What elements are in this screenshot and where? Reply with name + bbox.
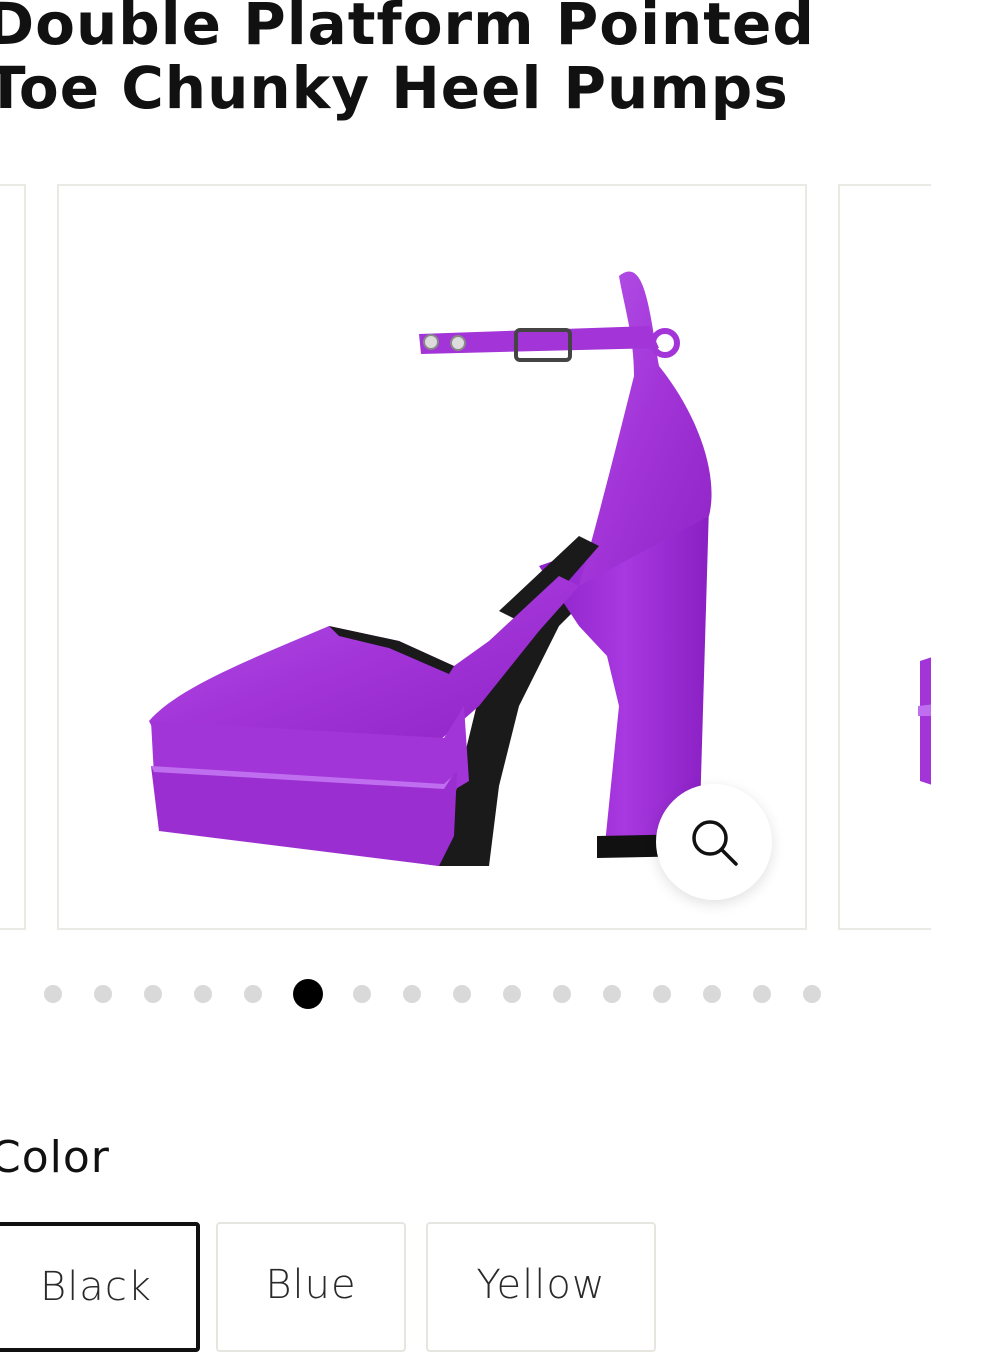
product-image-carousel[interactable]: [0, 184, 931, 934]
color-option-label: Color: [0, 1132, 110, 1183]
carousel-dot[interactable]: [703, 985, 721, 1003]
carousel-dot[interactable]: [353, 985, 371, 1003]
carousel-dot[interactable]: [553, 985, 571, 1003]
carousel-dot[interactable]: [244, 985, 262, 1003]
carousel-dot[interactable]: [653, 985, 671, 1003]
carousel-dot[interactable]: [144, 985, 162, 1003]
color-swatch-label: Yellow: [476, 1262, 606, 1308]
carousel-dot[interactable]: [94, 985, 112, 1003]
carousel-dot[interactable]: [803, 985, 821, 1003]
color-swatch-label: Black: [40, 1264, 152, 1310]
carousel-dot[interactable]: [453, 985, 471, 1003]
carousel-pagination: [0, 978, 1000, 1010]
carousel-dot[interactable]: [194, 985, 212, 1003]
color-swatch-label: Blue: [265, 1262, 357, 1308]
carousel-dot[interactable]: [44, 985, 62, 1003]
carousel-dot[interactable]: [503, 985, 521, 1003]
search-icon: [692, 820, 738, 866]
previous-slide[interactable]: [0, 184, 26, 930]
product-title: Double Platform Pointed Toe Chunky Heel …: [0, 0, 815, 122]
carousel-dot[interactable]: [603, 985, 621, 1003]
next-slide-image: [918, 657, 931, 785]
carousel-dot[interactable]: [293, 979, 323, 1009]
zoom-button[interactable]: [656, 784, 772, 900]
carousel-dot[interactable]: [753, 985, 771, 1003]
next-slide[interactable]: [838, 184, 931, 930]
carousel-dot[interactable]: [403, 985, 421, 1003]
